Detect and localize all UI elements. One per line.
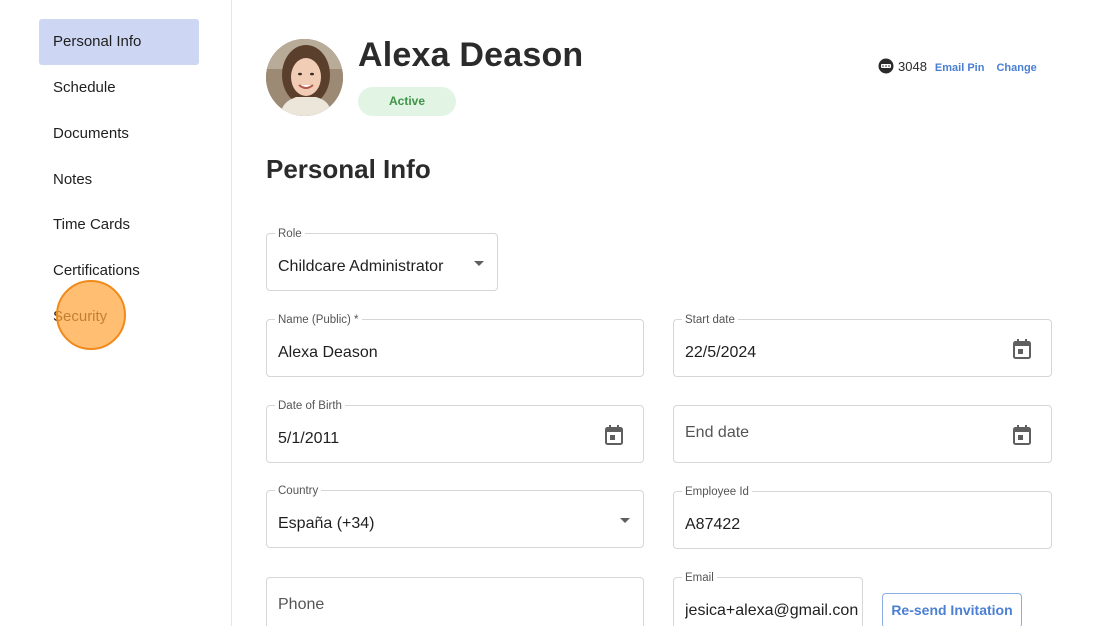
- change-pin-link[interactable]: Change: [996, 62, 1036, 74]
- resend-invitation-button[interactable]: Re-send Invitation: [882, 593, 1022, 626]
- phone-field[interactable]: Phone: [266, 577, 644, 626]
- country-label: Country: [275, 484, 322, 498]
- calendar-icon[interactable]: [605, 425, 623, 445]
- email-field[interactable]: Email jesica+alexa@gmail.con: [673, 571, 863, 626]
- caret-down-icon: [474, 261, 484, 266]
- email-pin-link[interactable]: Email Pin: [935, 62, 985, 74]
- sidebar-item-security[interactable]: Security: [39, 294, 199, 340]
- phone-placeholder: Phone: [278, 596, 325, 613]
- end-date-placeholder: End date: [685, 424, 750, 441]
- end-date-field[interactable]: End date: [673, 405, 1052, 463]
- start-date-label: Start date: [682, 313, 738, 327]
- name-field[interactable]: Name (Public) * Alexa Deason: [266, 313, 644, 377]
- status-badge: Active: [358, 87, 456, 116]
- email-label: Email: [682, 571, 717, 585]
- country-select[interactable]: Country España (+34): [266, 484, 644, 548]
- calendar-icon[interactable]: [1013, 339, 1031, 359]
- date-of-birth-field[interactable]: Date of Birth 5/1/2011: [266, 399, 644, 463]
- sidebar-item-notes[interactable]: Notes: [39, 157, 199, 203]
- employee-id-field[interactable]: Employee Id A87422: [673, 485, 1052, 549]
- date-of-birth-value: 5/1/2011: [278, 430, 340, 447]
- role-value: Childcare Administrator: [278, 258, 444, 275]
- pin-number: 3048: [898, 58, 927, 74]
- calendar-icon[interactable]: [1013, 425, 1031, 445]
- avatar: [266, 39, 343, 116]
- section-title: Personal Info: [266, 154, 431, 184]
- country-value: España (+34): [278, 515, 375, 532]
- profile-name: Alexa Deason: [358, 36, 584, 74]
- sidebar: Personal Info Schedule Documents Notes T…: [0, 0, 232, 626]
- employee-id-label: Employee Id: [682, 485, 752, 499]
- employee-id-value: A87422: [685, 516, 741, 533]
- start-date-field[interactable]: Start date 22/5/2024: [673, 313, 1052, 377]
- keypad-icon: [878, 58, 894, 74]
- date-of-birth-label: Date of Birth: [275, 399, 345, 413]
- sidebar-item-certifications[interactable]: Certifications: [39, 248, 199, 294]
- sidebar-item-documents[interactable]: Documents: [39, 111, 199, 157]
- role-select[interactable]: Role Childcare Administrator: [266, 227, 498, 291]
- name-label: Name (Public) *: [275, 313, 362, 327]
- name-value: Alexa Deason: [278, 344, 378, 361]
- caret-down-icon: [620, 518, 630, 523]
- sidebar-item-schedule[interactable]: Schedule: [39, 65, 199, 111]
- sidebar-item-time-cards[interactable]: Time Cards: [39, 202, 199, 248]
- email-value: jesica+alexa@gmail.con: [685, 602, 859, 619]
- start-date-value: 22/5/2024: [685, 344, 757, 361]
- role-label: Role: [275, 227, 305, 241]
- pin-area: 3048 Email Pin Change: [878, 57, 1049, 75]
- sidebar-item-personal-info[interactable]: Personal Info: [39, 19, 199, 65]
